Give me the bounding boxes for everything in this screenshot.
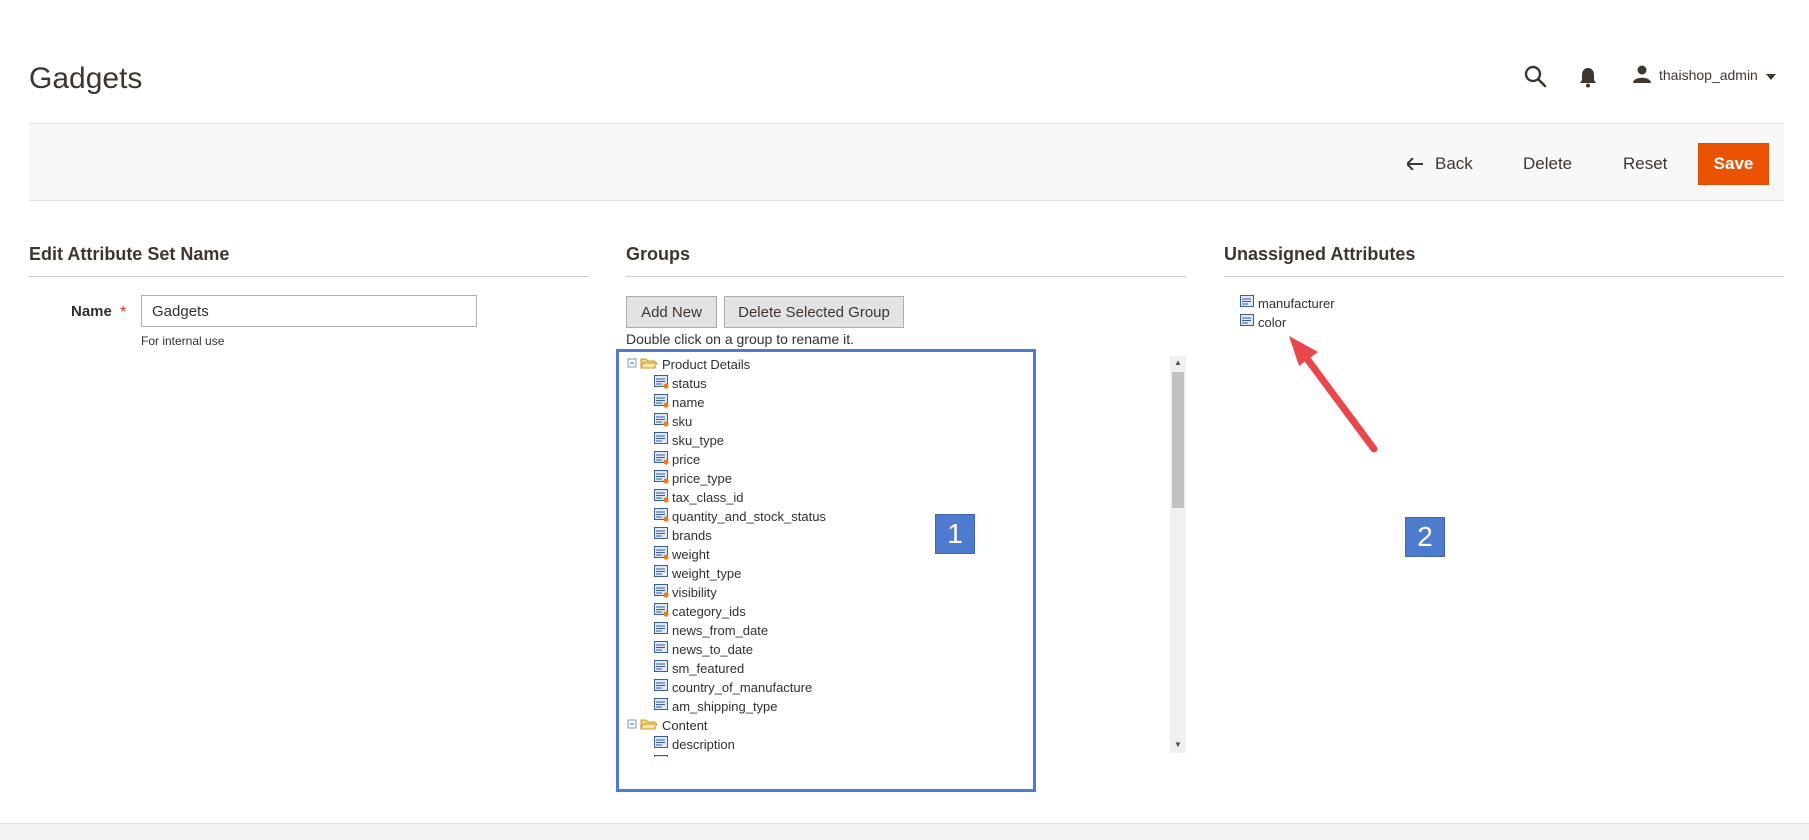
unassigned-section-title: Unassigned Attributes <box>1224 244 1416 264</box>
edit-name-section-title: Edit Attribute Set Name <box>29 244 230 264</box>
name-field-label: Name <box>71 303 112 320</box>
attribute-icon <box>1240 313 1255 331</box>
unassigned-attribute-label: color <box>1258 314 1287 330</box>
unassigned-attribute-label: manufacturer <box>1258 295 1335 311</box>
reset-button[interactable]: Reset <box>1623 143 1667 185</box>
attribute-set-name-input[interactable] <box>141 295 477 327</box>
save-button[interactable]: Save <box>1698 143 1769 185</box>
user-account-menu[interactable]: thaishop_admin <box>1633 64 1776 86</box>
annotation-highlight-frame <box>616 349 1036 792</box>
unassigned-attribute-node[interactable]: manufacturer <box>1240 294 1335 312</box>
chevron-down-icon <box>1765 67 1776 83</box>
username: thaishop_admin <box>1659 67 1758 83</box>
tree-scrollbar-thumb[interactable] <box>1172 372 1184 508</box>
footer-strip <box>0 823 1809 840</box>
back-label: Back <box>1435 154 1473 173</box>
notifications-bell-icon[interactable] <box>1578 66 1598 88</box>
section-divider <box>29 276 589 277</box>
attribute-icon <box>1240 294 1255 312</box>
scroll-down-arrow-icon[interactable]: ▼ <box>1172 739 1184 751</box>
delete-button[interactable]: Delete <box>1523 143 1572 185</box>
user-icon <box>1633 65 1651 86</box>
back-button[interactable]: Back <box>1407 143 1473 185</box>
add-new-group-button[interactable]: Add New <box>626 296 717 328</box>
unassigned-attribute-node[interactable]: color <box>1240 313 1286 331</box>
arrow-left-icon <box>1407 158 1423 170</box>
annotation-badge-1: 1 <box>935 514 975 554</box>
annotation-arrow-icon <box>1289 336 1378 453</box>
section-divider <box>1224 276 1784 277</box>
name-field-note: For internal use <box>141 334 225 348</box>
section-divider <box>626 276 1186 277</box>
delete-selected-group-button[interactable]: Delete Selected Group <box>724 296 904 328</box>
annotation-badge-2: 2 <box>1405 517 1445 557</box>
scroll-up-arrow-icon[interactable]: ▲ <box>1172 357 1184 369</box>
required-marker: * <box>120 304 127 321</box>
page-actions-toolbar: Back Delete Reset Save <box>29 123 1784 201</box>
search-icon[interactable] <box>1523 64 1547 88</box>
groups-section-title: Groups <box>626 244 691 264</box>
page-title: Gadgets <box>29 62 143 95</box>
groups-hint-text: Double click on a group to rename it. <box>626 331 855 347</box>
